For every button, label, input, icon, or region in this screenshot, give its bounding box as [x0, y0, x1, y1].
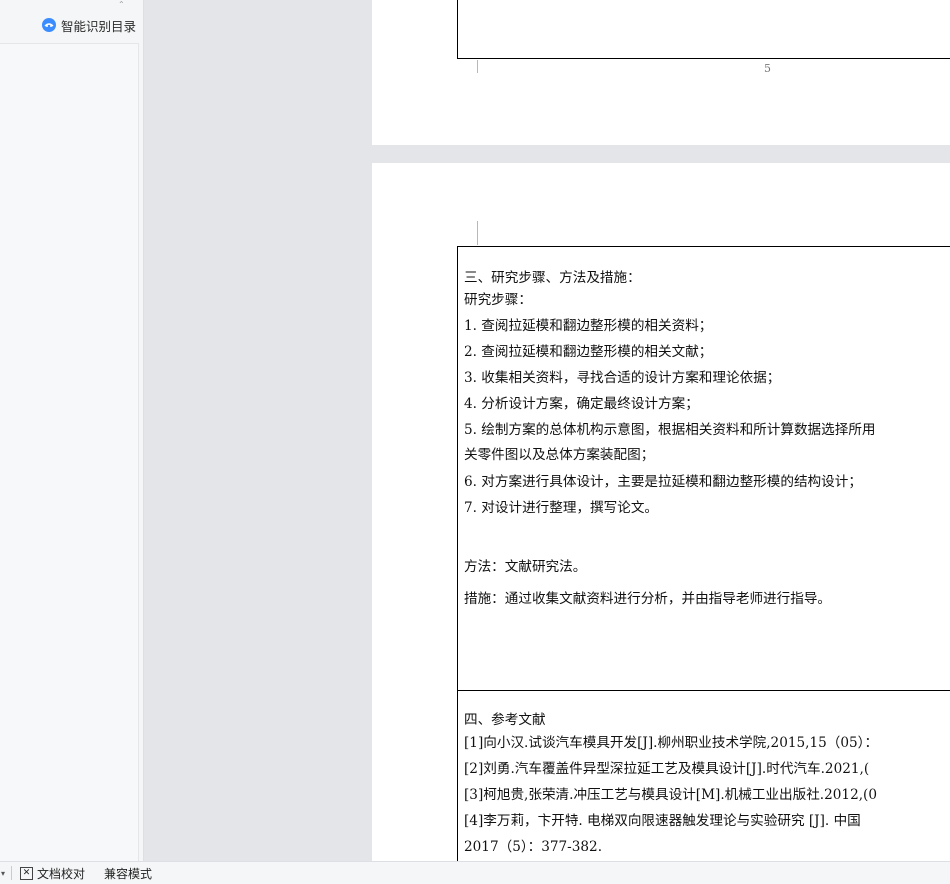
table-frame: 三、研究步骤、方法及措施： 研究步骤： 1. 查阅拉延模和翻边整形模的相关资料；… — [457, 246, 950, 861]
smart-recognize-icon — [42, 18, 56, 32]
text-line: 关零件图以及总体方案装配图； — [464, 447, 655, 463]
close-box-icon: ✕ — [20, 866, 34, 880]
text-line: 四、参考文献 — [464, 712, 546, 728]
reference-line: [1]向小汉.试谈汽车模具开发[J].柳州职业技术学院,2015,15（05）： — [464, 735, 879, 751]
proofread-button[interactable]: ✕ 文档校对 — [20, 865, 85, 882]
margin-marker — [477, 221, 478, 245]
text-line: 研究步骤： — [464, 292, 532, 308]
document-canvas[interactable]: 5 三、研究步骤、方法及措施： 研究步骤： 1. 查阅拉延模和翻边整形模的相关资… — [144, 0, 950, 861]
table-divider — [458, 690, 950, 691]
table-frame — [457, 0, 950, 59]
proofread-label: 文档校对 — [37, 866, 86, 881]
text-line: 6. 对方案进行具体设计，主要是拉延模和翻边整形模的结构设计； — [464, 474, 862, 490]
page-number: 5 — [764, 62, 771, 75]
margin-marker — [477, 60, 478, 73]
reference-line: [3]柯旭贵,张荣清.冲压工艺与模具设计[M].机械工业出版社.2012,(0 — [464, 787, 877, 803]
text-line: 5. 绘制方案的总体机构示意图，根据相关资料和所计算数据选择所用 — [464, 422, 876, 438]
text-line: 三、研究步骤、方法及措施： — [464, 270, 641, 286]
text-line: 4. 分析设计方案，确定最终设计方案； — [464, 396, 699, 412]
text-line: 7. 对设计进行整理，撰写论文。 — [464, 500, 659, 516]
text-line: 措施：通过收集文献资料进行分析，并由指导老师进行指导。 — [464, 591, 832, 607]
compat-mode-indicator[interactable]: 兼容模式 — [104, 865, 152, 882]
caret-down-icon[interactable]: ▾ — [1, 869, 5, 878]
text-line: 2. 查阅拉延模和翻边整形模的相关文献； — [464, 344, 713, 360]
reference-line: [4]李万莉，卞开特. 电梯双向限速器触发理论与实验研究 [J]. 中国 — [464, 813, 861, 829]
smart-toc-label: 智能识别目录 — [61, 18, 137, 34]
divider — [11, 866, 13, 880]
smart-toc-button[interactable]: 智能识别目录 — [42, 16, 136, 34]
collapse-hint: ⌃ — [118, 0, 125, 9]
compat-mode-label: 兼容模式 — [104, 866, 153, 881]
text-line: 方法：文献研究法。 — [464, 559, 587, 575]
toc-panel[interactable] — [0, 43, 139, 862]
text-line: 3. 收集相关资料，寻找合适的设计方案和理论依据； — [464, 370, 781, 386]
text-line: 1. 查阅拉延模和翻边整形模的相关资料； — [464, 318, 713, 334]
navigation-sidebar: ⌃ 智能识别目录 — [0, 0, 144, 862]
reference-line: 2017（5）：377-382. — [464, 839, 603, 855]
reference-line: [2]刘勇.汽车覆盖件异型深拉延工艺及模具设计[J].时代汽车.2021,( — [464, 761, 870, 777]
status-bar: ▾ ✕ 文档校对 兼容模式 — [0, 861, 950, 884]
document-page-5[interactable]: 5 — [372, 0, 950, 145]
document-page-6[interactable]: 三、研究步骤、方法及措施： 研究步骤： 1. 查阅拉延模和翻边整形模的相关资料；… — [372, 163, 950, 861]
